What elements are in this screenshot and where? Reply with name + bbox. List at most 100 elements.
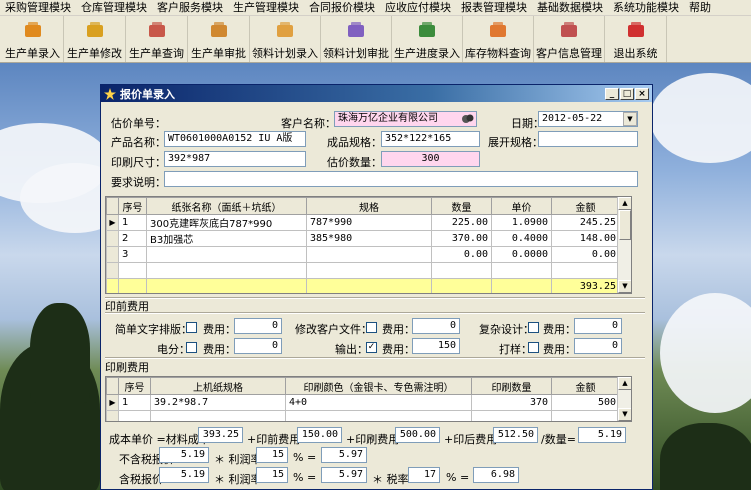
proof-fee-field[interactable]: 0 <box>574 338 622 354</box>
menu-item-7[interactable]: 基础数据模块 <box>532 0 608 16</box>
complex-fee-field[interactable]: 0 <box>574 318 622 334</box>
table-cell[interactable]: 1 <box>118 394 151 411</box>
paper-col-header[interactable]: 单价 <box>491 197 552 215</box>
printing-col-header[interactable]: 金额 <box>551 377 620 395</box>
minimize-button[interactable]: _ <box>605 87 619 100</box>
notax-base-field[interactable]: 5.19 <box>159 447 209 463</box>
printing-col-header[interactable]: 上机纸规格 <box>150 377 286 395</box>
quote-qty-field[interactable]: 300 <box>381 151 480 167</box>
toolbar-button-2[interactable]: 生产单查询 <box>126 16 188 62</box>
printing-grid-scrollbar[interactable]: ▲ ▼ <box>617 377 631 421</box>
table-cell[interactable]: 0.4000 <box>491 230 552 247</box>
modify-file-checkbox[interactable] <box>366 322 377 333</box>
toolbar-button-6[interactable]: 生产进度录入 <box>392 16 463 62</box>
paper-col-header[interactable]: 数量 <box>431 197 492 215</box>
printing-col-header[interactable]: 印刷数量 <box>471 377 552 395</box>
toolbar-button-5[interactable]: 领料计划审批 <box>321 16 392 62</box>
menu-item-1[interactable]: 仓库管理模块 <box>76 0 152 16</box>
postprint-cost-field[interactable]: 512.50 <box>493 427 538 443</box>
menu-item-8[interactable]: 系统功能模块 <box>608 0 684 16</box>
print-cost-field[interactable]: 500.00 <box>395 427 440 443</box>
product-field[interactable]: WT0601000A0152 IU A版 <box>164 131 306 147</box>
menu-item-9[interactable]: 帮助 <box>684 0 716 16</box>
menu-item-4[interactable]: 合同报价模块 <box>304 0 380 16</box>
table-cell[interactable] <box>551 262 620 279</box>
table-cell[interactable] <box>146 246 307 263</box>
tax-base-field[interactable]: 5.19 <box>159 467 209 483</box>
table-cell[interactable]: 787*990 <box>306 214 432 231</box>
printing-col-header[interactable]: 印刷颜色（金银卡、专色需注明） <box>285 377 472 395</box>
menu-item-3[interactable]: 生产管理模块 <box>228 0 304 16</box>
table-cell[interactable]: 0.00 <box>551 246 620 263</box>
table-cell[interactable]: 39.2*98.7 <box>150 394 286 411</box>
scroll-down-icon[interactable]: ▼ <box>618 280 631 293</box>
paper-col-header[interactable]: 金额 <box>551 197 620 215</box>
table-cell[interactable]: 300克建晖灰底白787*990 <box>146 214 307 231</box>
table-row[interactable]: ▶ 1 39.2*98.7 4+0 370 500 <box>106 394 620 411</box>
notax-price-field[interactable]: 5.97 <box>321 447 367 463</box>
preprint-cost-field[interactable]: 150.00 <box>297 427 342 443</box>
toolbar-button-9[interactable]: 退出系统 <box>605 16 667 62</box>
electric-checkbox[interactable] <box>186 342 197 353</box>
toolbar-button-4[interactable]: 领料计划录入 <box>250 16 321 62</box>
scroll-up-icon[interactable]: ▲ <box>618 197 631 210</box>
table-row[interactable]: 3 0.00 0.0000 0.00 <box>106 246 620 263</box>
customer-lookup-icon[interactable] <box>461 113 475 125</box>
table-cell[interactable] <box>431 262 492 279</box>
table-cell[interactable]: 0.00 <box>431 246 492 263</box>
toolbar-button-3[interactable]: 生产单审批 <box>188 16 250 62</box>
scroll-down-icon[interactable]: ▼ <box>618 408 631 421</box>
table-cell[interactable] <box>491 262 552 279</box>
paper-grid-scrollbar[interactable]: ▲ ▼ <box>617 197 631 293</box>
menu-item-2[interactable]: 客户服务模块 <box>152 0 228 16</box>
table-cell[interactable] <box>306 262 432 279</box>
menu-item-6[interactable]: 报表管理模块 <box>456 0 532 16</box>
customer-field[interactable]: 珠海万亿企业有限公司 <box>334 111 477 127</box>
proof-checkbox[interactable] <box>528 342 539 353</box>
electric-fee-field[interactable]: 0 <box>234 338 282 354</box>
table-cell[interactable]: 245.25 <box>551 214 620 231</box>
table-cell[interactable]: 2 <box>118 230 147 247</box>
output-fee-field[interactable]: 150 <box>412 338 460 354</box>
paper-col-header[interactable]: 序号 <box>118 197 147 215</box>
unfold-spec-field[interactable] <box>538 131 638 147</box>
table-cell[interactable]: 4+0 <box>285 394 472 411</box>
table-cell[interactable]: 3 <box>118 246 147 263</box>
table-cell[interactable] <box>471 410 552 421</box>
table-row[interactable] <box>106 262 620 279</box>
table-row[interactable]: 2 B3加强芯 385*980 370.00 0.4000 148.00 <box>106 230 620 247</box>
table-cell[interactable] <box>285 410 472 421</box>
simple-fee-field[interactable]: 0 <box>234 318 282 334</box>
simple-text-checkbox[interactable] <box>186 322 197 333</box>
toolbar-button-1[interactable]: 生产单修改 <box>64 16 126 62</box>
toolbar-button-8[interactable]: 客户信息管理 <box>534 16 605 62</box>
printing-col-header[interactable]: 序号 <box>118 377 151 395</box>
table-cell[interactable]: 1 <box>118 214 147 231</box>
table-cell[interactable]: 1.0900 <box>491 214 552 231</box>
print-size-field[interactable]: 392*987 <box>164 151 306 167</box>
scroll-up-icon[interactable]: ▲ <box>618 377 631 390</box>
maximize-button[interactable]: □ <box>620 87 634 100</box>
remark-field[interactable] <box>164 171 638 187</box>
table-cell[interactable] <box>118 410 151 421</box>
table-cell[interactable] <box>551 410 620 421</box>
table-cell[interactable]: 385*980 <box>306 230 432 247</box>
unit-cost-field[interactable]: 5.19 <box>578 427 626 443</box>
table-cell[interactable] <box>306 246 432 263</box>
table-cell[interactable]: 500 <box>551 394 620 411</box>
toolbar-button-7[interactable]: 库存物料查询 <box>463 16 534 62</box>
output-checkbox[interactable]: ✓ <box>366 342 377 353</box>
table-cell[interactable]: B3加强芯 <box>146 230 307 247</box>
profit-rate-field[interactable]: 15 <box>256 447 288 463</box>
date-dropdown-icon[interactable]: ▼ <box>623 112 637 126</box>
finished-spec-field[interactable]: 352*122*165 <box>381 131 480 147</box>
table-cell[interactable] <box>146 262 307 279</box>
table-row[interactable] <box>106 410 620 421</box>
paper-col-header[interactable]: 规格 <box>306 197 432 215</box>
tax-price-field[interactable]: 6.98 <box>473 467 519 483</box>
table-cell[interactable] <box>150 410 286 421</box>
table-cell[interactable]: 370 <box>471 394 552 411</box>
tax-mid-field[interactable]: 5.97 <box>321 467 367 483</box>
table-cell[interactable]: 225.00 <box>431 214 492 231</box>
complex-design-checkbox[interactable] <box>528 322 539 333</box>
